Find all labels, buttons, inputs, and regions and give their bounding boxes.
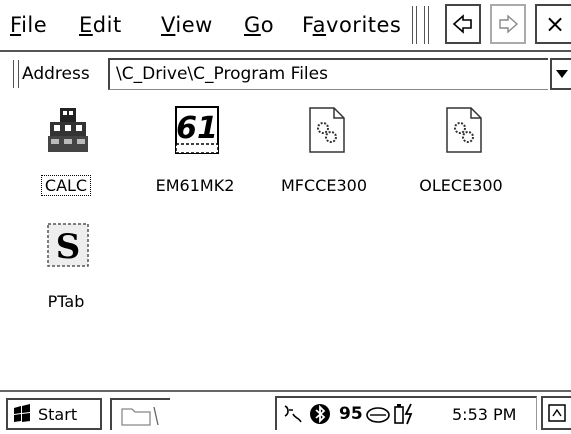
file-item[interactable]: 61 EM61MK2 (135, 106, 255, 216)
file-item[interactable]: MFCCE300 (264, 106, 384, 216)
back-arrow-icon (452, 14, 472, 34)
address-bar-grip[interactable] (13, 60, 19, 88)
clock[interactable]: 5:53 PM (452, 405, 516, 425)
calc-app-icon (48, 108, 88, 152)
connectivity-icon[interactable] (281, 402, 305, 426)
file-name: EM61MK2 (155, 176, 235, 195)
svg-text:S: S (56, 227, 81, 267)
show-desktop-button[interactable] (541, 396, 571, 430)
close-icon: × (544, 10, 566, 38)
start-button[interactable]: Start (6, 398, 102, 430)
battery-icon[interactable] (393, 402, 419, 426)
file-item[interactable]: S PTab (6, 222, 126, 332)
address-input[interactable]: \C_Drive\C_Program Files (108, 58, 548, 90)
ptab-app-icon: S (47, 223, 89, 267)
start-label: Start (38, 404, 78, 424)
volume-text[interactable]: 95 (339, 404, 363, 424)
file-name: CALC (6, 175, 126, 196)
windows-flag-icon (14, 404, 30, 422)
file-list: CALC 61 EM61MK2 MFCCE300 OLECE300 S PTab (0, 98, 571, 390)
dll-gears-icon (446, 107, 482, 153)
system-tray: 95 5:53 PM (275, 396, 537, 430)
bluetooth-icon[interactable] (309, 403, 331, 425)
chevron-down-icon (555, 70, 568, 78)
file-item[interactable]: OLECE300 (401, 106, 521, 216)
taskbar-window-button[interactable] (110, 398, 170, 430)
desktop-icon (548, 404, 566, 422)
toolbar-grip[interactable] (424, 6, 429, 44)
menu-favorites[interactable]: Favorites (302, 12, 401, 38)
menu-edit[interactable]: Edit (79, 12, 122, 38)
toolbar-grip[interactable] (412, 6, 417, 44)
menu-go[interactable]: Go (244, 12, 274, 38)
menu-file[interactable]: File (10, 12, 47, 38)
address-dropdown-button[interactable] (550, 58, 571, 90)
em61-app-icon: 61 (175, 106, 219, 154)
folder-icon (121, 406, 159, 426)
menu-bar: File Edit View Go Favorites × (0, 0, 571, 52)
close-button[interactable]: × (535, 4, 571, 44)
dll-gears-icon (309, 107, 345, 153)
address-bar: Address \C_Drive\C_Program Files (0, 52, 571, 98)
address-label: Address (22, 64, 90, 84)
forward-button[interactable] (490, 4, 526, 44)
file-name: OLECE300 (419, 176, 503, 195)
file-item[interactable]: CALC (6, 106, 126, 216)
file-name: MFCCE300 (281, 176, 367, 195)
taskbar: Start 95 5:53 PM (0, 390, 571, 434)
back-button[interactable] (445, 4, 481, 44)
file-name: PTab (47, 292, 85, 311)
svg-text:61: 61 (176, 111, 218, 146)
forward-arrow-icon (499, 14, 519, 34)
menu-view[interactable]: View (161, 12, 213, 38)
storage-icon[interactable] (365, 405, 391, 425)
